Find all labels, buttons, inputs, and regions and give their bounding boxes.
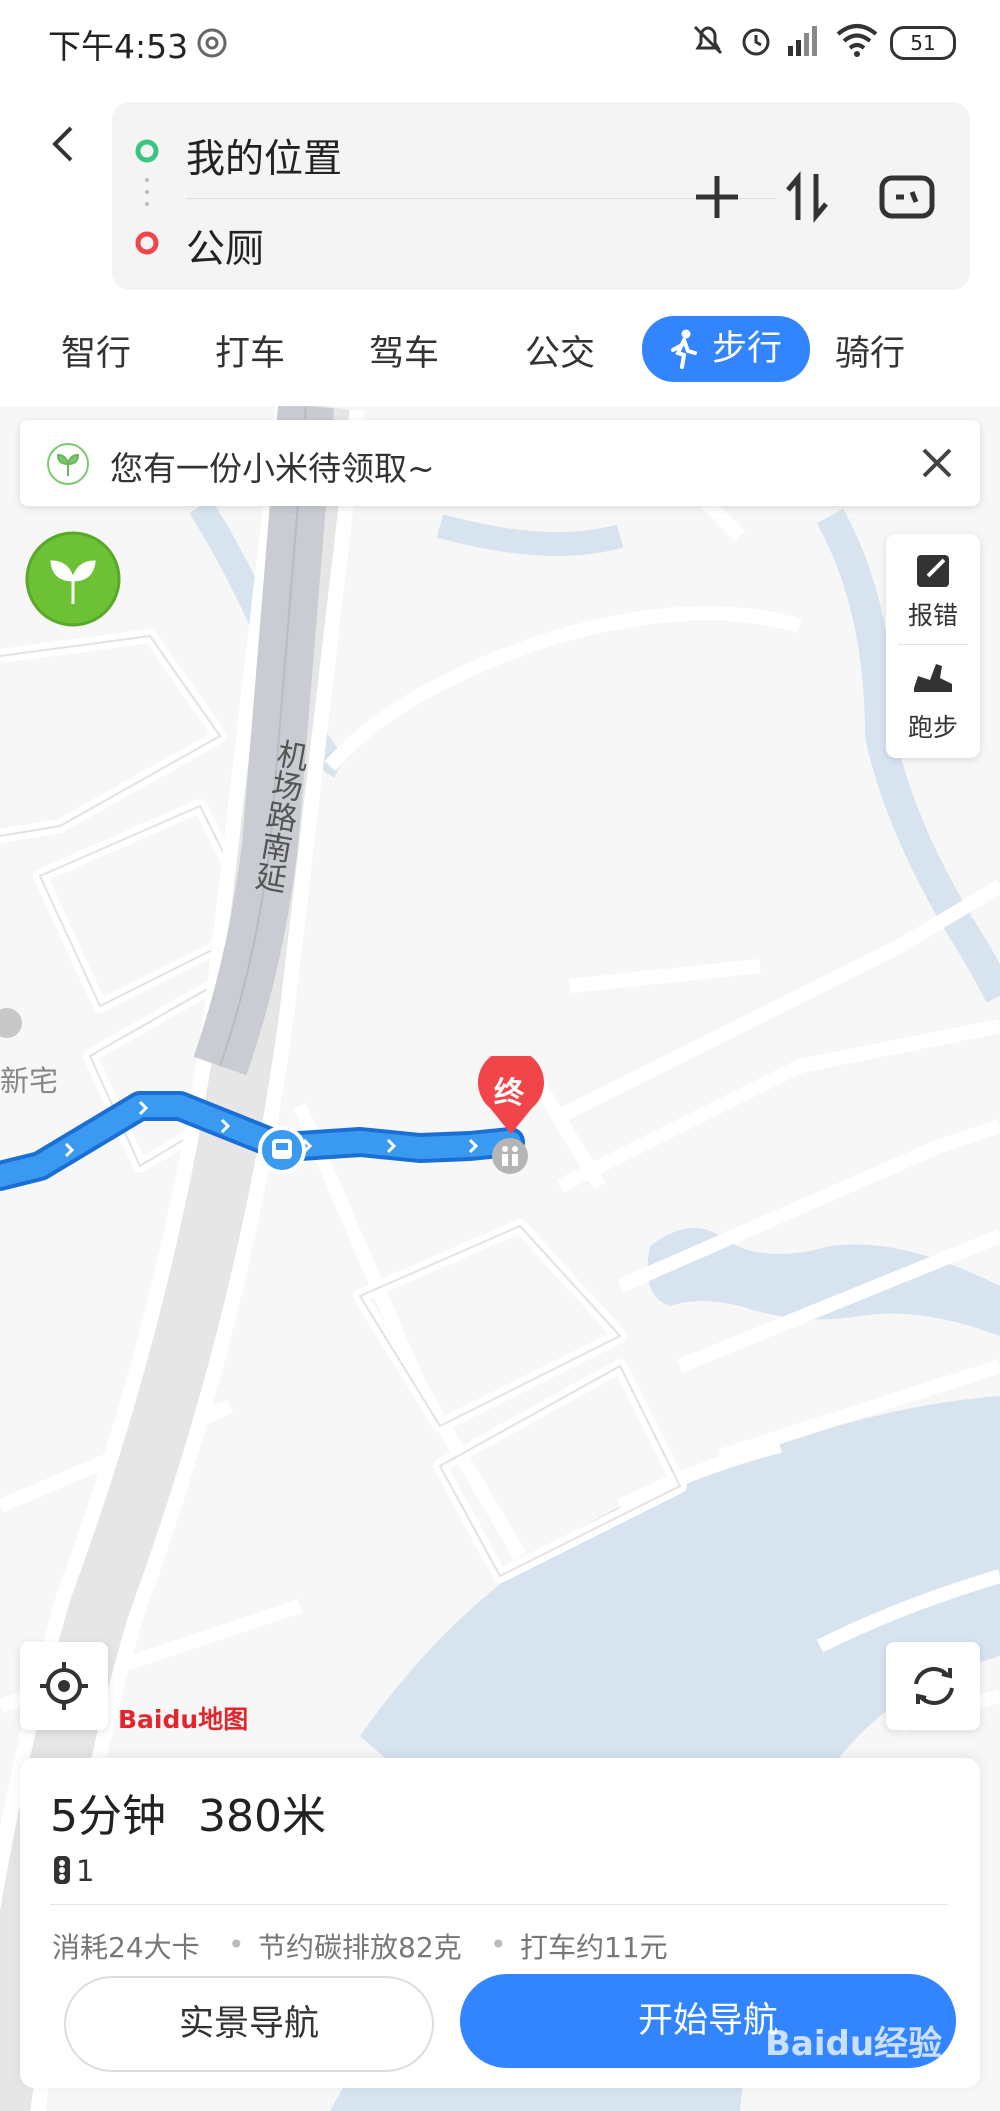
route-line-icon (135, 139, 159, 255)
close-icon[interactable] (920, 446, 954, 480)
toilet-poi-icon (492, 1138, 528, 1174)
more-options-icon[interactable] (878, 172, 936, 222)
place-label: 新宅 (0, 1064, 59, 1098)
dot-separator: • (490, 1928, 507, 1961)
wifi-icon (836, 24, 878, 57)
traffic-light-count: 1 (76, 1854, 95, 1888)
end-marker-label: 终 (494, 1076, 524, 1111)
carbon-text: 节约碳排放82克 (258, 1931, 462, 1964)
mute-icon (693, 25, 723, 55)
route-distance: 380米 (198, 1791, 326, 1842)
add-waypoint-icon[interactable] (692, 172, 742, 222)
side-tool-panel: 报错 跑步 (886, 534, 980, 758)
refresh-button[interactable] (886, 1642, 980, 1730)
refresh-icon (914, 1667, 954, 1705)
divider (898, 644, 968, 645)
route-time: 5分钟 (50, 1791, 166, 1842)
battery-icon: 51 (890, 26, 956, 60)
baidu-map-logo: Baidu地图 (118, 1705, 249, 1734)
back-arrow-icon[interactable] (45, 122, 79, 166)
locate-icon (40, 1662, 88, 1710)
report-icon[interactable] (914, 550, 954, 590)
place-poi-icon (0, 1008, 22, 1038)
tab-bike[interactable]: 骑行 (814, 322, 926, 386)
tab-walk-label: 步行 (712, 329, 783, 369)
sprout-button-icon[interactable] (24, 530, 122, 628)
run-label[interactable]: 跑步 (908, 708, 958, 744)
status-bar: 下午4:53 51 (0, 0, 1000, 84)
destination-field[interactable]: 公厕 (186, 218, 264, 274)
report-label[interactable]: 报错 (908, 596, 958, 632)
ar-navigation-button[interactable]: 实景导航 (64, 1976, 434, 2072)
tab-drive[interactable]: 驾车 (348, 322, 460, 386)
dot-separator: • (228, 1928, 245, 1961)
sprout-icon (47, 443, 89, 485)
traffic-light-icon (54, 1856, 70, 1884)
tab-transit[interactable]: 公交 (504, 322, 616, 386)
divider (186, 198, 776, 199)
watermark: Baidu经验 (765, 2024, 943, 2064)
tab-smart[interactable]: 智行 (40, 322, 152, 386)
hotspot-icon (197, 28, 227, 58)
battery-level: 51 (910, 31, 936, 55)
tab-walk[interactable]: 步行 (642, 316, 810, 382)
banner-text: 您有一份小米待领取~ (110, 449, 435, 488)
running-shoe-icon[interactable] (910, 658, 956, 698)
divider (50, 1904, 948, 1905)
status-time: 下午4:53 (48, 27, 189, 66)
promo-banner[interactable]: 您有一份小米待领取~ (20, 420, 980, 506)
tab-taxi[interactable]: 打车 (194, 322, 306, 386)
route-input-box: 我的位置 公厕 (112, 102, 970, 290)
locate-button[interactable] (20, 1642, 108, 1730)
calories-text: 消耗24大卡 (52, 1931, 200, 1964)
walk-icon (671, 329, 697, 369)
origin-field[interactable]: 我的位置 (186, 128, 342, 184)
swap-icon[interactable] (782, 170, 832, 224)
alarm-icon (742, 28, 770, 56)
taxi-estimate-text: 打车约11元 (520, 1931, 668, 1964)
signal-icon (788, 26, 817, 56)
